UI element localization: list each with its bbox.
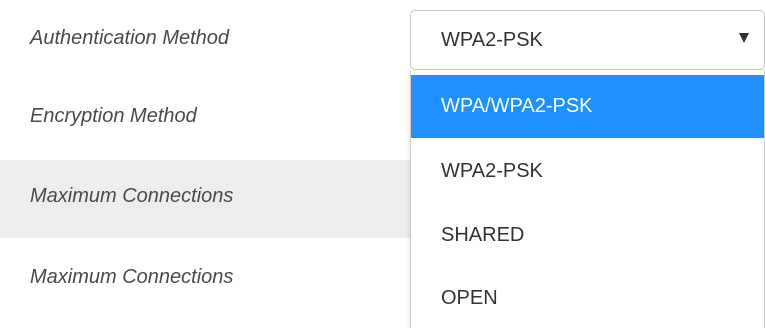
encryption-method-label: Encryption Method: [30, 105, 197, 127]
authentication-method-dropdown: WPA/WPA2-PSK WPA2-PSK SHARED OPEN: [410, 70, 765, 328]
option-shared[interactable]: SHARED: [411, 204, 764, 267]
maximum-connections-label: Maximum Connections: [30, 185, 234, 207]
authentication-method-select[interactable]: WPA2-PSK: [410, 10, 765, 70]
select-current-value: WPA2-PSK: [441, 29, 543, 51]
option-wpa2-psk[interactable]: WPA2-PSK: [411, 140, 764, 203]
authentication-method-label: Authentication Method: [30, 27, 230, 49]
maximum-connections-label-2: Maximum Connections: [30, 266, 234, 288]
triangle-down-icon: [739, 33, 749, 43]
option-open[interactable]: OPEN: [411, 267, 764, 328]
option-wpa-wpa2-psk[interactable]: WPA/WPA2-PSK: [411, 75, 764, 138]
